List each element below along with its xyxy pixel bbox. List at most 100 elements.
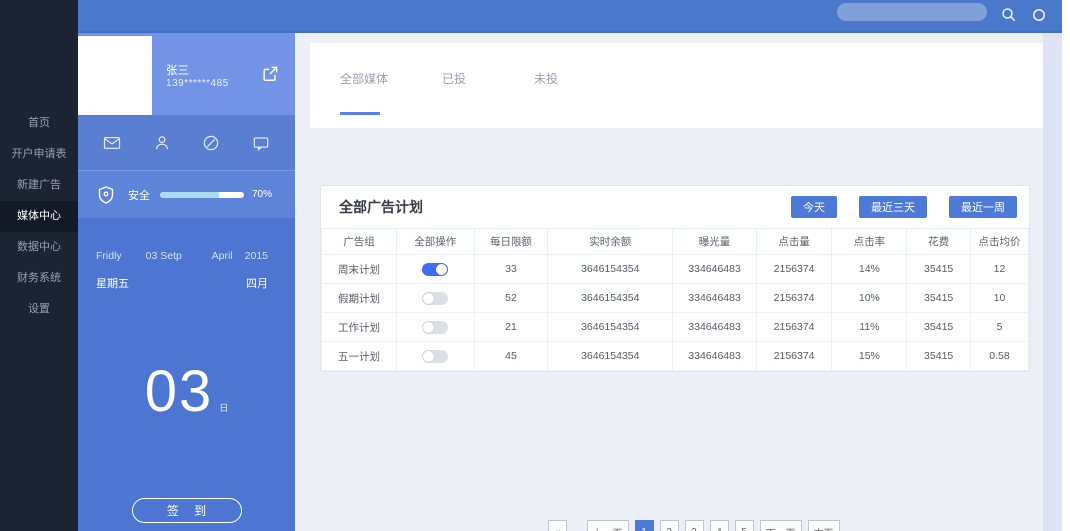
table-header-row: 广告组全部操作每日限额实时余额曝光量点击量点击率花费点击均价: [322, 229, 1029, 255]
compass-icon[interactable]: [201, 133, 221, 153]
pagination-page-4[interactable]: 4: [710, 520, 729, 531]
sign-in-button[interactable]: 签 到: [132, 498, 242, 523]
row-toggle[interactable]: [422, 321, 448, 334]
date-en: 03 Setp: [146, 250, 182, 262]
cell-cost: 35415: [907, 284, 971, 313]
calendar-panel: Fridly 03 Setp April 2015 星期五 四月 03日 签 到: [78, 218, 295, 531]
column-header: 实时余额: [548, 229, 673, 255]
cell-toggle: [396, 313, 474, 342]
sidebar-item-2[interactable]: 新建广告: [0, 170, 78, 201]
cell-balance: 3646154354: [548, 342, 673, 371]
cell-balance: 3646154354: [548, 313, 673, 342]
filter-button-1[interactable]: 最近三天: [859, 196, 927, 218]
security-label: 安全: [128, 187, 150, 203]
sidebar-nav: 首页开户申请表新建广告媒体中心数据中心财务系统设置: [0, 108, 78, 325]
mail-icon[interactable]: [102, 133, 122, 153]
column-header: 点击量: [756, 229, 832, 255]
tab-1[interactable]: 已投: [442, 70, 466, 115]
cell-ctr: 10%: [832, 284, 907, 313]
column-header: 花费: [907, 229, 971, 255]
toggle-knob: [423, 293, 434, 304]
toggle-knob: [423, 322, 434, 333]
main-sidebar: 首页开户申请表新建广告媒体中心数据中心财务系统设置: [0, 0, 78, 531]
media-tabs: 全部媒体 已投 未投: [310, 43, 1043, 128]
tab-0[interactable]: 全部媒体: [340, 70, 388, 115]
filter-button-2[interactable]: 最近一周: [949, 196, 1017, 218]
column-header: 广告组: [322, 229, 397, 255]
main-content: 全部媒体 已投 未投 全部广告计划 今天最近三天最近一周 广告组全部操作每日限额实时…: [295, 33, 1070, 531]
cell-avg-price: 12: [970, 255, 1028, 284]
profile-panel: 张三 139******485 安全 70%: [78, 33, 295, 531]
cell-clicks: 2156374: [756, 255, 832, 284]
cell-cost: 35415: [907, 342, 971, 371]
scrollbar[interactable]: [1043, 33, 1063, 531]
cell-ctr: 11%: [832, 313, 907, 342]
user-icon[interactable]: [152, 133, 172, 153]
chat-icon[interactable]: [251, 133, 271, 153]
pagination-page-2[interactable]: 2: [660, 520, 679, 531]
quick-icons-row: [78, 115, 295, 170]
card-title: 全部广告计划: [339, 197, 423, 217]
share-icon[interactable]: [260, 64, 280, 84]
tab-2[interactable]: 未投: [534, 70, 558, 115]
column-header: 点击率: [832, 229, 907, 255]
content-area: 全部媒体 已投 未投 全部广告计划 今天最近三天最近一周 广告组全部操作每日限额实时…: [295, 33, 1043, 531]
cell-daily-limit: 45: [474, 342, 548, 371]
row-toggle[interactable]: [422, 350, 448, 363]
pagination-last[interactable]: 末页: [808, 520, 840, 531]
dashboard-root: 首页开户申请表新建广告媒体中心数据中心财务系统设置 张三 139******48…: [0, 0, 1070, 531]
pagination: «...上一页12345下一页末页: [548, 520, 846, 531]
cell-clicks: 2156374: [756, 342, 832, 371]
pagination-page-5[interactable]: 5: [735, 520, 754, 531]
cell-exposure: 334646483: [673, 284, 756, 313]
sidebar-item-4[interactable]: 数据中心: [0, 232, 78, 263]
sidebar-item-1[interactable]: 开户申请表: [0, 139, 78, 170]
table-row: 工作计划213646154354334646483215637411%35415…: [322, 313, 1029, 342]
cell-exposure: 334646483: [673, 255, 756, 284]
pagination-prev[interactable]: 上一页: [587, 520, 629, 531]
sidebar-item-3[interactable]: 媒体中心: [0, 201, 78, 232]
card-header: 全部广告计划 今天最近三天最近一周: [321, 186, 1029, 228]
pagination-page-1[interactable]: 1: [635, 520, 654, 531]
search-icon[interactable]: [1000, 6, 1018, 24]
row-toggle[interactable]: [422, 263, 448, 276]
cell-cost: 35415: [907, 313, 971, 342]
sidebar-item-6[interactable]: 设置: [0, 294, 78, 325]
pagination-page-3[interactable]: 3: [685, 520, 704, 531]
calendar-row-en: Fridly 03 Setp April 2015: [78, 250, 295, 262]
weekday-en: Fridly: [96, 250, 122, 262]
cell-daily-limit: 52: [474, 284, 548, 313]
filter-button-0[interactable]: 今天: [791, 196, 837, 218]
sidebar-item-5[interactable]: 财务系统: [0, 263, 78, 294]
user-profile-card: 张三 139******485: [78, 33, 295, 115]
cell-ctr: 14%: [832, 255, 907, 284]
sidebar-item-0[interactable]: 首页: [0, 108, 78, 139]
row-toggle[interactable]: [422, 292, 448, 305]
cell-toggle: [396, 284, 474, 313]
top-header: [78, 0, 1062, 33]
security-percent: 70%: [252, 189, 272, 200]
cell-daily-limit: 21: [474, 313, 548, 342]
pagination-first[interactable]: «: [548, 520, 567, 531]
cell-balance: 3646154354: [548, 255, 673, 284]
table-row: 周末计划333646154354334646483215637414%35415…: [322, 255, 1029, 284]
cell-avg-price: 0.58: [970, 342, 1028, 371]
cell-exposure: 334646483: [673, 342, 756, 371]
ring-icon[interactable]: [1030, 6, 1048, 24]
calendar-row-cn: 星期五 四月: [78, 275, 295, 291]
cell-ctr: 15%: [832, 342, 907, 371]
search-input[interactable]: [837, 3, 987, 21]
cell-plan-name: 假期计划: [322, 284, 397, 313]
column-header: 全部操作: [396, 229, 474, 255]
avatar[interactable]: [78, 36, 152, 115]
cell-exposure: 334646483: [673, 313, 756, 342]
security-progress: [160, 192, 244, 198]
cell-cost: 35415: [907, 255, 971, 284]
cell-avg-price: 5: [970, 313, 1028, 342]
cell-plan-name: 周末计划: [322, 255, 397, 284]
security-progress-fill: [160, 192, 219, 198]
pagination-next[interactable]: 下一页: [760, 520, 802, 531]
month-cn: 四月: [246, 275, 268, 291]
cell-balance: 3646154354: [548, 284, 673, 313]
weekday-cn: 星期五: [96, 275, 129, 291]
